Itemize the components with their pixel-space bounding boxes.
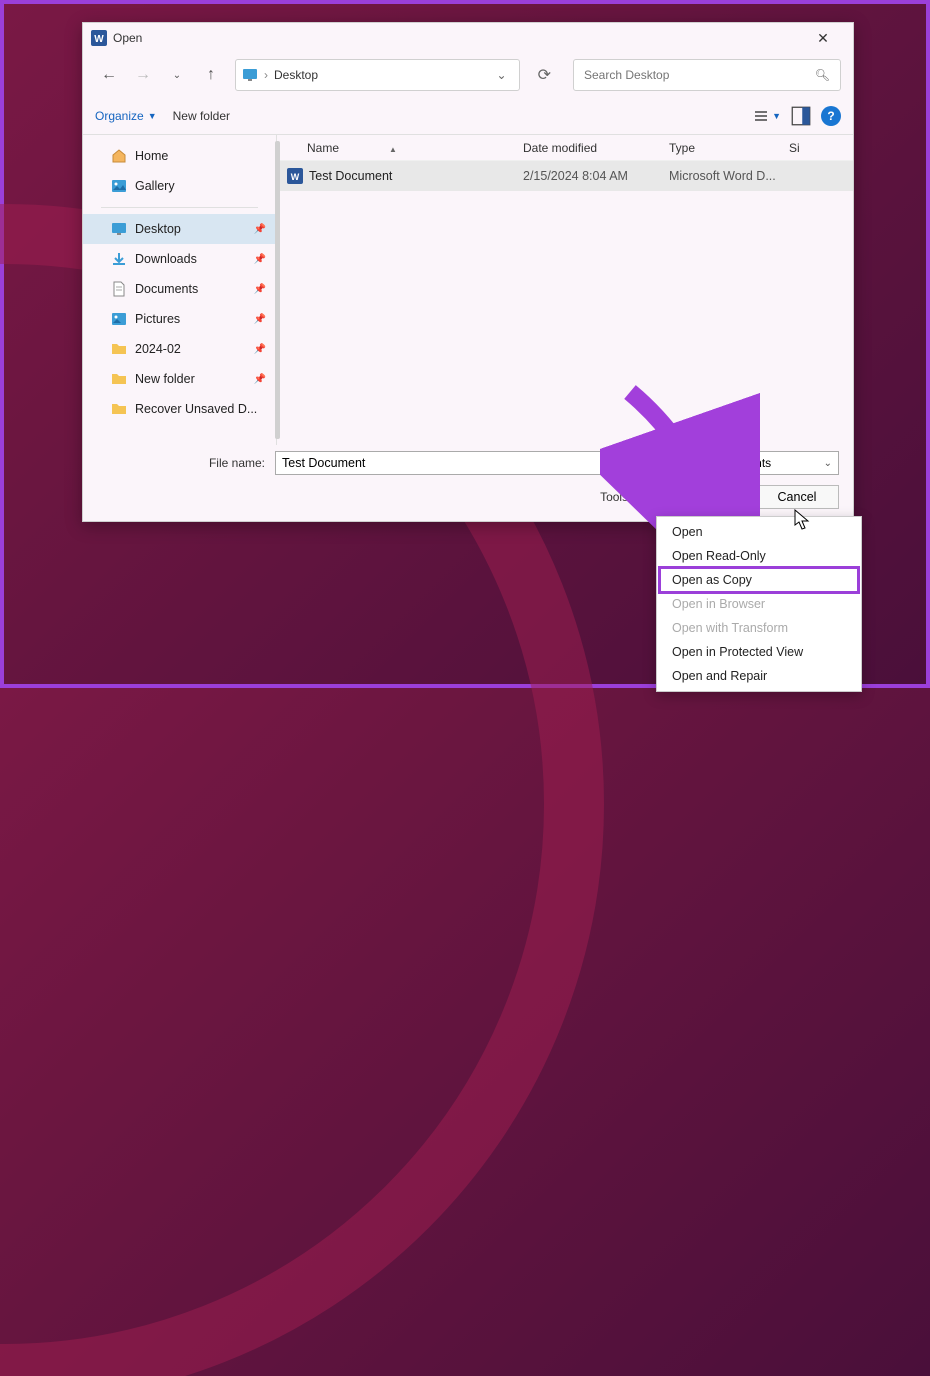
word-icon: W [91,30,107,46]
sidebar-item-downloads[interactable]: Downloads 📌 [83,244,276,274]
menu-item-open-with-transform: Open with Transform [660,616,858,640]
tools-menu[interactable]: Tools▼ [600,490,643,504]
filename-label: File name: [97,456,269,470]
sidebar-item-documents[interactable]: Documents 📌 [83,274,276,304]
open-split-button: Open ▼ [663,485,745,509]
up-button[interactable]: ↑ [197,61,225,89]
folder-icon [111,401,127,417]
new-folder-button[interactable]: New folder [173,109,230,123]
breadcrumb[interactable]: › Desktop ⌄ [235,59,520,91]
help-button[interactable]: ? [821,106,841,126]
menu-item-open-protected-view[interactable]: Open in Protected View [660,640,858,664]
open-dialog: W Open ✕ ← → ⌄ ↑ › Desktop ⌄ ⟳ 🔍︎ Organi… [82,22,854,522]
forward-button[interactable]: → [129,61,157,89]
menu-item-open-as-copy[interactable]: Open as Copy [660,568,858,592]
cancel-button[interactable]: Cancel [755,485,839,509]
sidebar-item-home[interactable]: Home [83,141,276,171]
chevron-down-icon: ⌄ [634,458,642,469]
sidebar-item-folder-2024-02[interactable]: 2024-02 📌 [83,334,276,364]
svg-text:W: W [291,172,300,182]
sidebar-item-pictures[interactable]: Pictures 📌 [83,304,276,334]
titlebar: W Open ✕ [83,23,853,53]
menu-item-open-readonly[interactable]: Open Read-Only [660,544,858,568]
svg-text:W: W [94,34,104,45]
filter-value: All Word Documents [662,456,771,470]
filename-value: Test Document [282,456,365,470]
folder-icon [111,371,127,387]
search-icon: 🔍︎ [815,68,830,82]
pin-icon: 📌 [254,284,266,295]
view-menu[interactable]: ▼ [754,109,781,123]
pin-icon: 📌 [254,374,266,385]
open-dropdown-menu: Open Open Read-Only Open as Copy Open in… [656,516,862,692]
breadcrumb-location: Desktop [274,68,318,82]
sidebar: Home Gallery Desktop 📌 Downloads 📌 Docum… [83,135,277,445]
refresh-button[interactable]: ⟳ [530,65,559,85]
column-date[interactable]: Date modified [523,141,669,155]
filename-combo[interactable]: Test Document ⌄ [275,451,649,475]
column-name[interactable]: Name▲ [277,141,523,155]
breadcrumb-dropdown[interactable]: ⌄ [491,68,513,82]
open-dropdown-button[interactable]: ▼ [727,485,745,509]
column-type[interactable]: Type [669,141,789,155]
pin-icon: 📌 [254,254,266,265]
pin-icon: 📌 [254,314,266,325]
nav-row: ← → ⌄ ↑ › Desktop ⌄ ⟳ 🔍︎ [83,53,853,97]
chevron-down-icon: ⌄ [824,458,832,469]
pin-icon: 📌 [254,344,266,355]
close-button[interactable]: ✕ [801,30,845,47]
open-button[interactable]: Open [663,485,727,509]
word-file-icon: W [287,168,303,184]
toolbar: Organize▼ New folder ▼ ? [83,97,853,135]
sidebar-resize-handle[interactable] [275,141,280,439]
home-icon [111,148,127,164]
menu-item-open-and-repair[interactable]: Open and Repair [660,664,858,688]
organize-menu[interactable]: Organize▼ [95,109,157,123]
sort-up-icon: ▲ [389,145,397,154]
sidebar-item-gallery[interactable]: Gallery [83,171,276,201]
sidebar-item-desktop[interactable]: Desktop 📌 [83,214,276,244]
back-button[interactable]: ← [95,61,123,89]
file-type: Microsoft Word D... [669,169,799,183]
search-input[interactable] [584,68,815,82]
filetype-filter[interactable]: All Word Documents ⌄ [655,451,839,475]
gallery-icon [111,178,127,194]
file-date: 2/15/2024 8:04 AM [523,169,669,183]
desktop-icon [111,221,127,237]
file-row[interactable]: W Test Document 2/15/2024 8:04 AM Micros… [277,161,853,191]
window-title: Open [113,31,142,45]
folder-icon [111,341,127,357]
column-size[interactable]: Si [789,141,853,155]
menu-item-open[interactable]: Open [660,520,858,544]
file-name: Test Document [309,169,392,183]
menu-item-open-in-browser: Open in Browser [660,592,858,616]
preview-pane-button[interactable] [791,106,811,126]
file-pane: Name▲ Date modified Type Si W Test Docum… [277,135,853,445]
sidebar-item-folder-new[interactable]: New folder 📌 [83,364,276,394]
pictures-icon [111,311,127,327]
download-icon [111,251,127,267]
desktop-icon [242,67,258,83]
document-icon [111,281,127,297]
footer: File name: Test Document ⌄ All Word Docu… [83,445,853,521]
sidebar-item-folder-recover[interactable]: Recover Unsaved D... [83,394,276,424]
pin-icon: 📌 [254,224,266,235]
column-headers: Name▲ Date modified Type Si [277,135,853,161]
recent-dropdown[interactable]: ⌄ [163,61,191,89]
search-box[interactable]: 🔍︎ [573,59,841,91]
